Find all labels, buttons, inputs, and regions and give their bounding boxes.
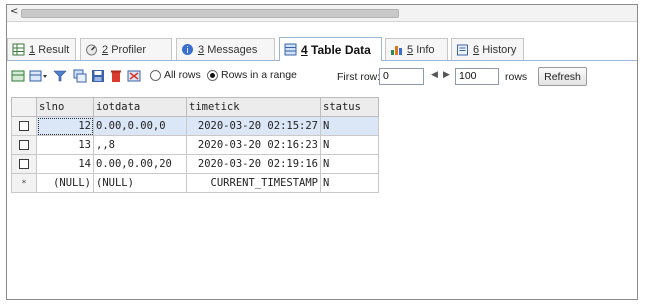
cell-iotdata[interactable]: (NULL) <box>93 173 187 193</box>
table-data-grid: slno iotdata timetick status 12 0.00,0.0… <box>11 97 379 193</box>
new-row[interactable]: * (NULL) (NULL) CURRENT_TIMESTAMP N <box>11 173 379 193</box>
cell-timetick[interactable]: CURRENT_TIMESTAMP <box>186 173 321 193</box>
cell-slno[interactable]: 14 <box>36 154 94 174</box>
checkbox-icon[interactable] <box>19 140 29 150</box>
results-panel: < 1 Result 2 Profiler i 3 Messages 4 Tab… <box>6 4 638 300</box>
save-icon[interactable] <box>91 69 105 83</box>
rows-count-input[interactable]: 100 <box>455 68 499 85</box>
cell-iotdata[interactable]: 0.00,0.00,0 <box>93 116 187 136</box>
table-row[interactable]: 13 ,,8 2020-03-20 02:16:23 N <box>11 135 379 155</box>
delete-row-icon[interactable] <box>109 69 123 83</box>
scrollbar-thumb[interactable] <box>21 9 399 18</box>
tab-result[interactable]: 1 Result <box>7 38 76 60</box>
cell-slno[interactable]: 12 <box>36 116 94 136</box>
column-header-status[interactable]: status <box>320 97 379 117</box>
scroll-left-arrow[interactable]: < <box>10 6 18 17</box>
table-data-toolbar: All rows Rows in a range First row: 0 ◀ … <box>7 65 637 89</box>
horizontal-scrollbar[interactable]: < <box>7 5 637 22</box>
tab-profiler[interactable]: 2 Profiler <box>80 38 172 60</box>
rows-in-range-option[interactable]: Rows in a range <box>207 69 297 81</box>
all-rows-option[interactable]: All rows <box>150 69 201 81</box>
grid-header-row: slno iotdata timetick status <box>11 97 379 117</box>
cell-timetick[interactable]: 2020-03-20 02:19:16 <box>186 154 321 174</box>
filter-icon[interactable] <box>53 69 67 83</box>
table-row[interactable]: 12 0.00,0.00,0 2020-03-20 02:15:27 N <box>11 116 379 136</box>
result-tabs: 1 Result 2 Profiler i 3 Messages 4 Table… <box>7 35 637 61</box>
table-row[interactable]: 14 0.00,0.00,20 2020-03-20 02:19:16 N <box>11 154 379 174</box>
insert-row-icon[interactable] <box>11 69 25 83</box>
column-header-slno[interactable]: slno <box>36 97 94 117</box>
previous-page-icon[interactable]: ◀ <box>431 70 438 80</box>
grid-view-dropdown-icon[interactable] <box>29 69 49 83</box>
profiler-icon <box>85 43 98 56</box>
cell-status[interactable]: N <box>320 154 379 174</box>
table-data-icon <box>284 43 297 56</box>
cell-iotdata[interactable]: ,,8 <box>93 135 187 155</box>
row-checkbox[interactable] <box>11 135 37 155</box>
info-icon <box>390 43 403 56</box>
first-row-label: First row: <box>337 71 381 83</box>
next-page-icon[interactable]: ▶ <box>443 70 450 80</box>
refresh-button[interactable]: Refresh <box>538 67 587 86</box>
tab-history[interactable]: 6 History <box>451 38 524 60</box>
first-row-input[interactable]: 0 <box>379 68 424 85</box>
cell-iotdata[interactable]: 0.00,0.00,20 <box>93 154 187 174</box>
grid-result-icon <box>12 43 25 56</box>
cell-status[interactable]: N <box>320 173 379 193</box>
rows-in-range-radio[interactable] <box>207 69 218 81</box>
checkbox-icon[interactable] <box>19 121 29 131</box>
messages-icon: i <box>181 43 194 56</box>
cell-status[interactable]: N <box>320 116 379 136</box>
checkbox-icon[interactable] <box>19 159 29 169</box>
tab-table-data[interactable]: 4 Table Data <box>279 37 382 61</box>
new-row-marker: * <box>11 173 37 193</box>
cell-timetick[interactable]: 2020-03-20 02:16:23 <box>186 135 321 155</box>
column-header-timetick[interactable]: timetick <box>186 97 321 117</box>
column-header-iotdata[interactable]: iotdata <box>93 97 187 117</box>
cell-slno[interactable]: 13 <box>36 135 94 155</box>
cell-status[interactable]: N <box>320 135 379 155</box>
history-icon <box>456 43 469 56</box>
rows-label: rows <box>505 71 528 83</box>
tab-info[interactable]: 5 Info <box>385 38 448 60</box>
row-checkbox[interactable] <box>11 154 37 174</box>
cancel-changes-icon[interactable] <box>127 69 141 83</box>
cell-slno[interactable]: (NULL) <box>36 173 94 193</box>
svg-text:i: i <box>186 46 189 56</box>
row-selector-header[interactable] <box>11 97 37 117</box>
tab-messages[interactable]: i 3 Messages <box>176 38 275 60</box>
row-checkbox[interactable] <box>11 116 37 136</box>
all-rows-radio[interactable] <box>150 69 161 81</box>
cell-timetick[interactable]: 2020-03-20 02:15:27 <box>186 116 321 136</box>
duplicate-row-icon[interactable] <box>73 69 87 83</box>
